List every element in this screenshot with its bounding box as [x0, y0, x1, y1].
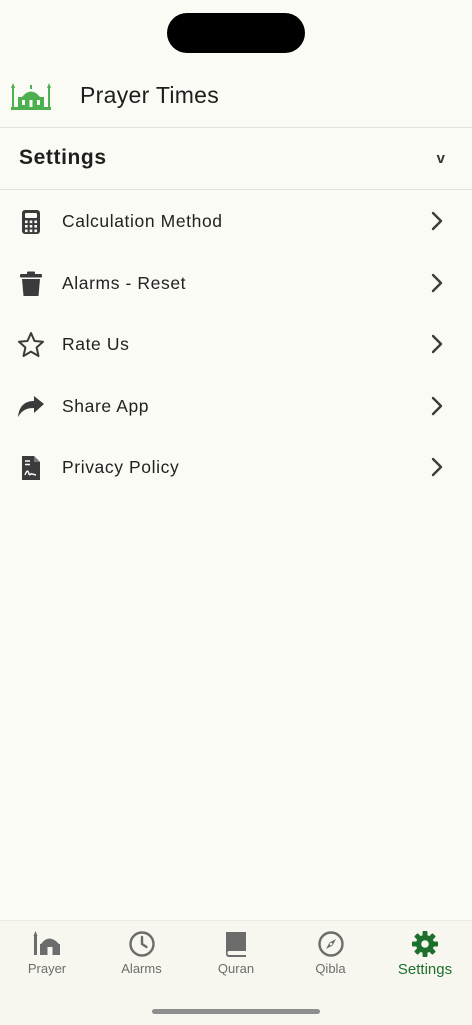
star-icon	[18, 332, 44, 357]
tab-quran[interactable]: Quran	[189, 929, 283, 989]
tab-alarms[interactable]: Alarms	[95, 929, 189, 989]
gear-icon	[412, 931, 438, 957]
collapse-toggle[interactable]: v	[437, 150, 445, 167]
menu-label: Privacy Policy	[62, 457, 180, 477]
tab-prayer[interactable]: Prayer	[0, 929, 94, 989]
settings-section-header[interactable]: Settings v	[0, 128, 472, 190]
menu-item-alarms-reset[interactable]: Alarms - Reset	[0, 252, 472, 314]
compass-icon	[317, 931, 344, 957]
tab-label: Settings	[397, 961, 453, 978]
calculator-icon	[22, 210, 40, 234]
home-indicator[interactable]	[152, 1009, 320, 1014]
tab-qibla[interactable]: Qibla	[284, 929, 378, 989]
menu-label: Calculation Method	[62, 211, 223, 231]
menu-item-calculation-method[interactable]: Calculation Method	[0, 190, 472, 252]
mosque-icon	[33, 931, 60, 955]
menu-label: Share App	[62, 395, 150, 416]
menu-item-share-app[interactable]: Share App	[0, 375, 472, 437]
chevron-right-icon	[431, 396, 443, 415]
camera-notch	[167, 13, 305, 53]
chevron-right-icon	[431, 457, 443, 477]
tab-label: Alarms	[121, 961, 162, 976]
tab-label: Qibla	[315, 961, 346, 976]
tab-label: Quran	[217, 961, 255, 976]
menu-label: Rate Us	[62, 334, 130, 354]
section-title: Settings	[19, 146, 107, 169]
app-header: Prayer Times	[0, 66, 472, 128]
settings-menu: Calculation Method Alarms - Reset Rate U…	[0, 190, 472, 498]
book-icon	[226, 932, 246, 957]
app-title: Prayer Times	[80, 82, 220, 108]
tab-label: Prayer	[27, 961, 67, 976]
chevron-right-icon	[431, 273, 443, 292]
menu-item-privacy-policy[interactable]: Privacy Policy	[0, 436, 472, 498]
trash-icon	[20, 271, 42, 296]
menu-label: Alarms - Reset	[62, 272, 187, 293]
document-icon	[22, 456, 40, 480]
mosque-icon	[11, 83, 51, 110]
clock-icon	[128, 931, 155, 957]
share-icon	[18, 395, 44, 417]
tab-settings[interactable]: Settings	[378, 929, 472, 989]
chevron-right-icon	[431, 211, 443, 231]
menu-item-rate-us[interactable]: Rate Us	[0, 313, 472, 375]
chevron-right-icon	[431, 334, 443, 354]
